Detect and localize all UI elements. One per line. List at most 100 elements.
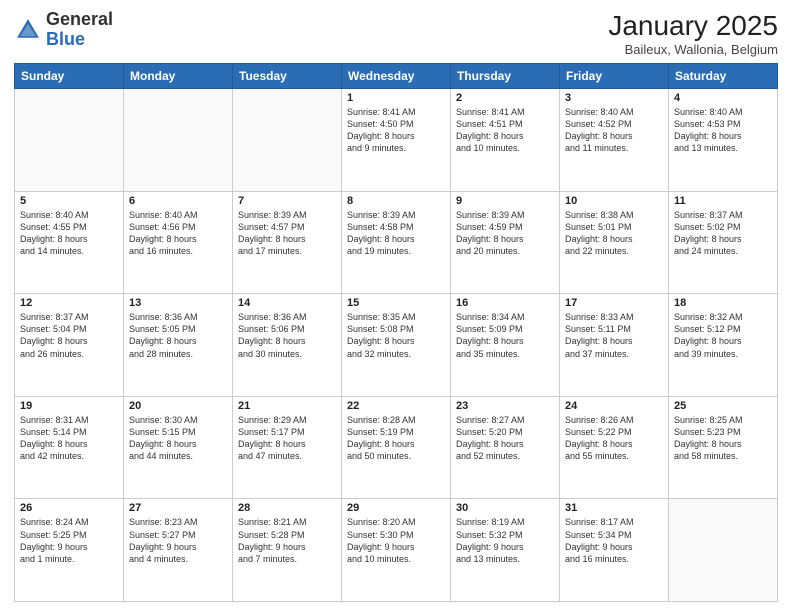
calendar-cell: 13Sunrise: 8:36 AM Sunset: 5:05 PM Dayli… — [124, 294, 233, 397]
calendar-table: Sunday Monday Tuesday Wednesday Thursday… — [14, 63, 778, 602]
calendar-cell: 14 Sunrise: 8:36 AM Sunset: 5:06 PM Dayli… — [233, 294, 342, 397]
day-number: 1 — [347, 92, 445, 104]
day-number: 31 — [565, 502, 663, 514]
calendar-cell: 17Sunrise: 8:33 AM Sunset: 5:11 PM Dayli… — [560, 294, 669, 397]
calendar-cell: 6 Sunrise: 8:40 AM Sunset: 4:56 PM Daylig… — [124, 191, 233, 294]
calendar-week-1: 5Sunrise: 8:40 AM Sunset: 4:55 PM Daylig… — [15, 191, 778, 294]
day-info: Sunrise: 8:28 AM Sunset: 5:19 PM Dayligh… — [347, 414, 445, 463]
day-number: 26 — [20, 502, 118, 514]
col-friday: Friday — [560, 64, 669, 89]
calendar-cell: 28 Sunrise: 8:21 AM Sunset: 5:28 PM Dayli… — [233, 499, 342, 602]
day-number: 30 — [456, 502, 554, 514]
day-info: Sunrise: 8:17 AM Sunset: 5:34 PM Dayligh… — [565, 516, 663, 565]
calendar-week-0: 1 Sunrise: 8:41 AM Sunset: 4:50 PM Daylig… — [15, 89, 778, 192]
day-info: Sunrise: 8:41 AM Sunset: 4:51 PM Dayligh… — [456, 106, 554, 155]
calendar-cell: 21 Sunrise: 8:29 AM Sunset: 5:17 PM Dayli… — [233, 396, 342, 499]
day-number: 2 — [456, 92, 554, 104]
day-info: Sunrise: 8:21 AM Sunset: 5:28 PM Dayligh… — [238, 516, 336, 565]
day-number: 13 — [129, 297, 227, 309]
calendar-cell: 24Sunrise: 8:26 AM Sunset: 5:22 PM Dayli… — [560, 396, 669, 499]
day-number: 11 — [674, 195, 772, 207]
calendar-cell: 2 Sunrise: 8:41 AM Sunset: 4:51 PM Daylig… — [451, 89, 560, 192]
calendar-cell: 31 Sunrise: 8:17 AM Sunset: 5:34 PM Dayli… — [560, 499, 669, 602]
calendar-cell: 9Sunrise: 8:39 AM Sunset: 4:59 PM Daylig… — [451, 191, 560, 294]
calendar-cell: 12 Sunrise: 8:37 AM Sunset: 5:04 PM Dayli… — [15, 294, 124, 397]
day-info: Sunrise: 8:35 AM Sunset: 5:08 PM Dayligh… — [347, 311, 445, 360]
calendar-cell: 23Sunrise: 8:27 AM Sunset: 5:20 PM Dayli… — [451, 396, 560, 499]
calendar-cell — [669, 499, 778, 602]
day-info: Sunrise: 8:27 AM Sunset: 5:20 PM Dayligh… — [456, 414, 554, 463]
logo: General Blue — [14, 10, 113, 50]
logo-text: General Blue — [46, 10, 113, 50]
day-info: Sunrise: 8:41 AM Sunset: 4:50 PM Dayligh… — [347, 106, 445, 155]
logo-icon — [14, 16, 42, 44]
calendar-cell: 15 Sunrise: 8:35 AM Sunset: 5:08 PM Dayli… — [342, 294, 451, 397]
calendar-cell: 10Sunrise: 8:38 AM Sunset: 5:01 PM Dayli… — [560, 191, 669, 294]
day-info: Sunrise: 8:39 AM Sunset: 4:58 PM Dayligh… — [347, 209, 445, 258]
day-info: Sunrise: 8:20 AM Sunset: 5:30 PM Dayligh… — [347, 516, 445, 565]
day-number: 22 — [347, 400, 445, 412]
col-thursday: Thursday — [451, 64, 560, 89]
day-info: Sunrise: 8:40 AM Sunset: 4:56 PM Dayligh… — [129, 209, 227, 258]
calendar-subtitle: Baileux, Wallonia, Belgium — [608, 42, 778, 57]
day-info: Sunrise: 8:37 AM Sunset: 5:04 PM Dayligh… — [20, 311, 118, 360]
calendar-week-4: 26 Sunrise: 8:24 AM Sunset: 5:25 PM Dayli… — [15, 499, 778, 602]
day-number: 27 — [129, 502, 227, 514]
calendar-cell: 19Sunrise: 8:31 AM Sunset: 5:14 PM Dayli… — [15, 396, 124, 499]
day-number: 15 — [347, 297, 445, 309]
calendar-cell: 8 Sunrise: 8:39 AM Sunset: 4:58 PM Daylig… — [342, 191, 451, 294]
col-monday: Monday — [124, 64, 233, 89]
calendar-cell: 27 Sunrise: 8:23 AM Sunset: 5:27 PM Dayli… — [124, 499, 233, 602]
day-number: 25 — [674, 400, 772, 412]
calendar-cell: 3 Sunrise: 8:40 AM Sunset: 4:52 PM Daylig… — [560, 89, 669, 192]
day-number: 21 — [238, 400, 336, 412]
header: General Blue January 2025 Baileux, Wallo… — [14, 10, 778, 57]
day-number: 12 — [20, 297, 118, 309]
calendar-cell: 22 Sunrise: 8:28 AM Sunset: 5:19 PM Dayli… — [342, 396, 451, 499]
logo-general: General — [46, 9, 113, 29]
calendar-cell: 30 Sunrise: 8:19 AM Sunset: 5:32 PM Dayli… — [451, 499, 560, 602]
calendar-header-row: Sunday Monday Tuesday Wednesday Thursday… — [15, 64, 778, 89]
calendar-cell: 1 Sunrise: 8:41 AM Sunset: 4:50 PM Daylig… — [342, 89, 451, 192]
day-number: 28 — [238, 502, 336, 514]
day-info: Sunrise: 8:39 AM Sunset: 4:59 PM Dayligh… — [456, 209, 554, 258]
day-info: Sunrise: 8:26 AM Sunset: 5:22 PM Dayligh… — [565, 414, 663, 463]
day-info: Sunrise: 8:33 AM Sunset: 5:11 PM Dayligh… — [565, 311, 663, 360]
day-info: Sunrise: 8:38 AM Sunset: 5:01 PM Dayligh… — [565, 209, 663, 258]
day-number: 8 — [347, 195, 445, 207]
day-info: Sunrise: 8:40 AM Sunset: 4:53 PM Dayligh… — [674, 106, 772, 155]
day-info: Sunrise: 8:32 AM Sunset: 5:12 PM Dayligh… — [674, 311, 772, 360]
col-wednesday: Wednesday — [342, 64, 451, 89]
day-number: 16 — [456, 297, 554, 309]
calendar-cell: 7 Sunrise: 8:39 AM Sunset: 4:57 PM Daylig… — [233, 191, 342, 294]
day-info: Sunrise: 8:24 AM Sunset: 5:25 PM Dayligh… — [20, 516, 118, 565]
calendar-cell: 4Sunrise: 8:40 AM Sunset: 4:53 PM Daylig… — [669, 89, 778, 192]
calendar-cell — [15, 89, 124, 192]
day-number: 18 — [674, 297, 772, 309]
calendar-cell: 16Sunrise: 8:34 AM Sunset: 5:09 PM Dayli… — [451, 294, 560, 397]
day-info: Sunrise: 8:23 AM Sunset: 5:27 PM Dayligh… — [129, 516, 227, 565]
day-number: 14 — [238, 297, 336, 309]
title-block: January 2025 Baileux, Wallonia, Belgium — [608, 10, 778, 57]
day-info: Sunrise: 8:39 AM Sunset: 4:57 PM Dayligh… — [238, 209, 336, 258]
calendar-cell: 25 Sunrise: 8:25 AM Sunset: 5:23 PM Dayli… — [669, 396, 778, 499]
page: General Blue January 2025 Baileux, Wallo… — [0, 0, 792, 612]
day-number: 3 — [565, 92, 663, 104]
col-saturday: Saturday — [669, 64, 778, 89]
day-info: Sunrise: 8:19 AM Sunset: 5:32 PM Dayligh… — [456, 516, 554, 565]
day-number: 6 — [129, 195, 227, 207]
day-number: 29 — [347, 502, 445, 514]
day-info: Sunrise: 8:25 AM Sunset: 5:23 PM Dayligh… — [674, 414, 772, 463]
calendar-cell: 5Sunrise: 8:40 AM Sunset: 4:55 PM Daylig… — [15, 191, 124, 294]
day-number: 7 — [238, 195, 336, 207]
calendar-cell — [233, 89, 342, 192]
calendar-cell: 20Sunrise: 8:30 AM Sunset: 5:15 PM Dayli… — [124, 396, 233, 499]
logo-blue: Blue — [46, 29, 85, 49]
calendar-cell: 18 Sunrise: 8:32 AM Sunset: 5:12 PM Dayli… — [669, 294, 778, 397]
day-info: Sunrise: 8:31 AM Sunset: 5:14 PM Dayligh… — [20, 414, 118, 463]
day-info: Sunrise: 8:29 AM Sunset: 5:17 PM Dayligh… — [238, 414, 336, 463]
calendar-week-3: 19Sunrise: 8:31 AM Sunset: 5:14 PM Dayli… — [15, 396, 778, 499]
col-tuesday: Tuesday — [233, 64, 342, 89]
day-info: Sunrise: 8:40 AM Sunset: 4:52 PM Dayligh… — [565, 106, 663, 155]
day-info: Sunrise: 8:36 AM Sunset: 5:06 PM Dayligh… — [238, 311, 336, 360]
